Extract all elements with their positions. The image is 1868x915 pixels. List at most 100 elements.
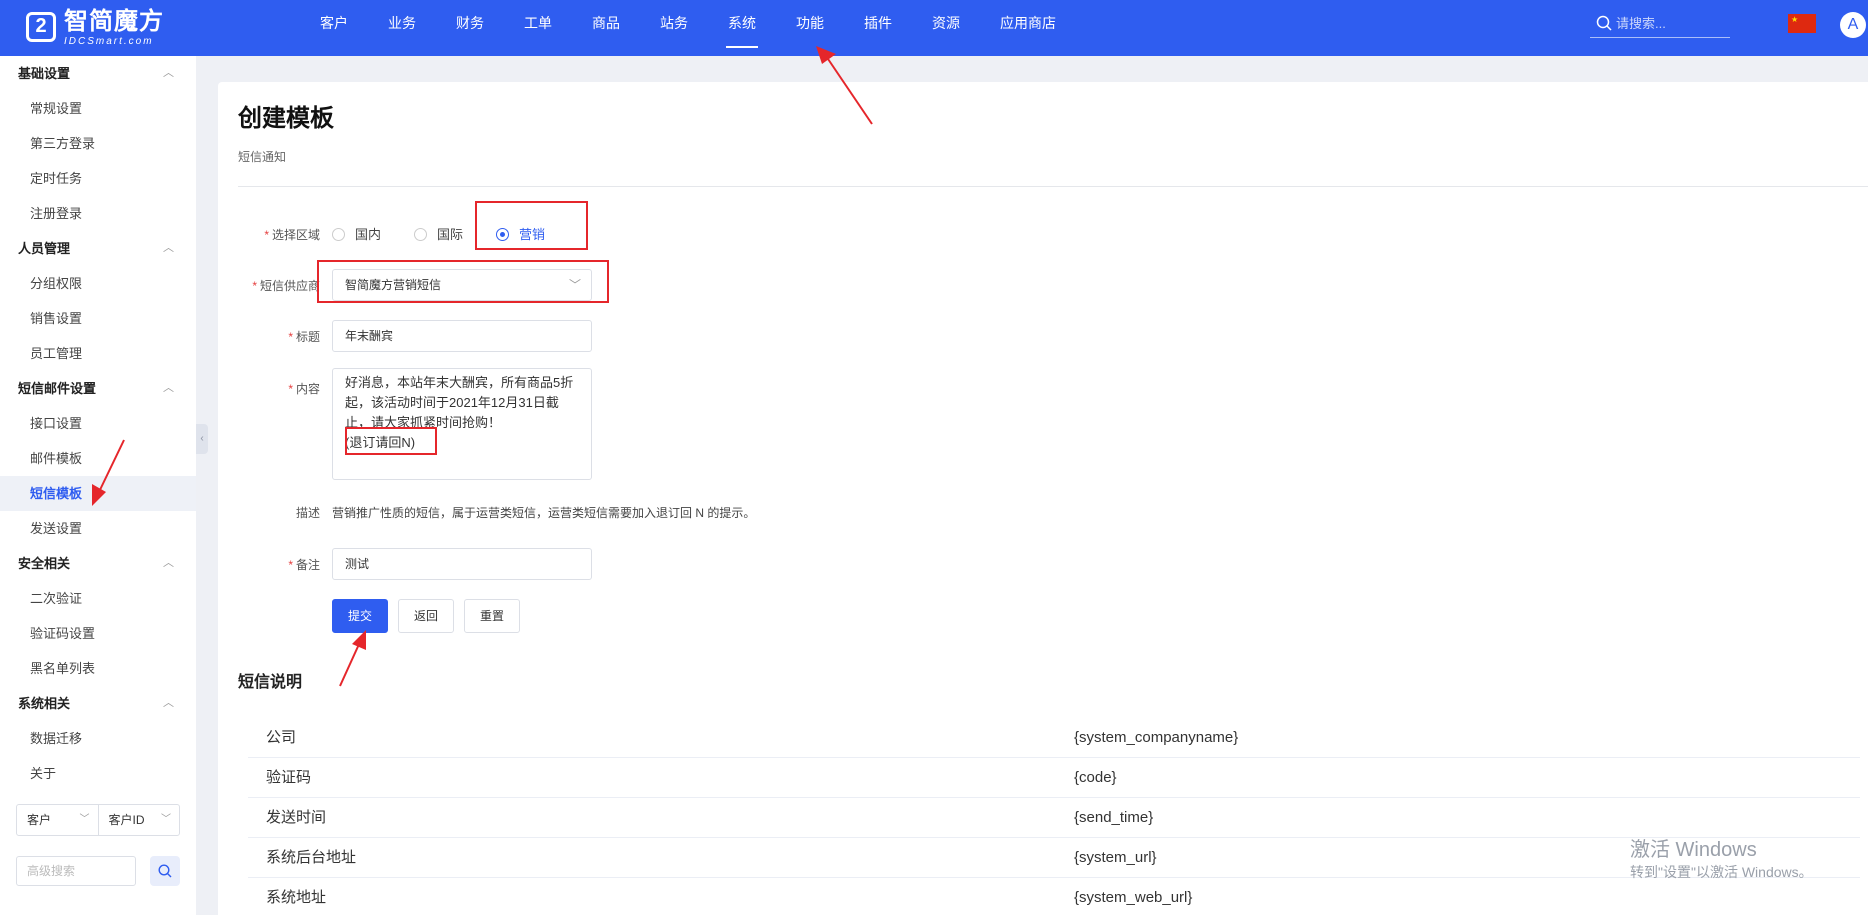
reset-button[interactable]: 重置 bbox=[464, 599, 520, 633]
sms-vars-title: 短信说明 bbox=[238, 674, 303, 691]
top-navigation-bar: 2 智简魔方 IDCSmart.com 客户 业务 财务 工单 商品 站务 系统… bbox=[0, 0, 1868, 56]
sidebar-item-data-migration[interactable]: 数据迁移 bbox=[0, 721, 196, 756]
watermark-line2: 转到"设置"以激活 Windows。 bbox=[1630, 864, 1813, 880]
chevron-up-icon: ︿ bbox=[163, 557, 174, 569]
filter-type-value: 客户 bbox=[27, 813, 52, 827]
required-mark: * bbox=[264, 228, 269, 242]
var-name: 验证码 bbox=[266, 769, 312, 786]
back-button[interactable]: 返回 bbox=[398, 599, 454, 633]
radio-domestic[interactable]: 国内 bbox=[332, 224, 381, 243]
sidebar-collapse-handle[interactable]: ‹ bbox=[196, 424, 208, 454]
filter-select-row: 客户 ﹀ 客户ID ﹀ bbox=[16, 804, 180, 836]
var-name: 公司 bbox=[266, 729, 297, 746]
sidebar-item-blacklist[interactable]: 黑名单列表 bbox=[0, 651, 196, 686]
filter-field-select[interactable]: 客户ID ﹀ bbox=[97, 805, 180, 835]
sidebar-group-sms-email[interactable]: 短信邮件设置 ︿ bbox=[0, 371, 196, 406]
radio-circle-icon bbox=[332, 228, 345, 241]
var-code: {code} bbox=[1074, 769, 1117, 786]
nav-item-system[interactable]: 系统 bbox=[708, 0, 776, 56]
logo[interactable]: 2 智简魔方 IDCSmart.com bbox=[26, 8, 176, 48]
global-search-input[interactable] bbox=[1616, 13, 1726, 33]
filter-field-value: 客户ID bbox=[108, 813, 145, 827]
table-row: 发送时间 {send_time} bbox=[248, 798, 1860, 838]
note-input[interactable]: 测试 bbox=[332, 548, 592, 580]
chevron-up-icon: ︿ bbox=[163, 382, 174, 394]
global-search bbox=[1590, 10, 1730, 38]
nav-item-products[interactable]: 商品 bbox=[572, 0, 640, 56]
sidebar-group-label: 短信邮件设置 bbox=[18, 381, 97, 396]
nav-item-resources[interactable]: 资源 bbox=[912, 0, 980, 56]
var-code: {system_companyname} bbox=[1074, 729, 1239, 746]
title-input[interactable]: 年末酬宾 bbox=[332, 320, 592, 352]
desc-label: 描述 bbox=[295, 506, 320, 520]
table-row: 系统地址 {system_web_url} bbox=[248, 878, 1860, 915]
sidebar-item-cron[interactable]: 定时任务 bbox=[0, 161, 196, 196]
advanced-search-button[interactable] bbox=[150, 856, 180, 886]
nav-item-plugins[interactable]: 插件 bbox=[844, 0, 912, 56]
chevron-up-icon: ︿ bbox=[163, 697, 174, 709]
avatar[interactable]: A bbox=[1840, 12, 1866, 38]
search-icon[interactable] bbox=[1596, 15, 1612, 31]
nav-item-features[interactable]: 功能 bbox=[776, 0, 844, 56]
radio-domestic-label: 国内 bbox=[355, 227, 382, 242]
sidebar-group-security[interactable]: 安全相关 ︿ bbox=[0, 546, 196, 581]
table-row: 验证码 {code} bbox=[248, 758, 1860, 798]
logo-subtext: IDCSmart.com bbox=[64, 36, 154, 47]
sidebar-group-basic[interactable]: 基础设置 ︿ bbox=[0, 56, 196, 91]
sidebar-item-third-party-login[interactable]: 第三方登录 bbox=[0, 126, 196, 161]
china-flag-icon[interactable]: ★ bbox=[1788, 14, 1816, 33]
radio-international[interactable]: 国际 bbox=[414, 224, 463, 243]
sidebar-group-label: 系统相关 bbox=[18, 696, 71, 711]
sidebar-item-email-templates[interactable]: 邮件模板 bbox=[0, 441, 196, 476]
page-subtitle: 短信通知 bbox=[238, 150, 287, 164]
title-label: * 标题 bbox=[218, 328, 320, 345]
sidebar-group-label: 基础设置 bbox=[18, 66, 71, 81]
sidebar-item-sms-templates[interactable]: 短信模板 bbox=[0, 476, 196, 511]
filter-type-select[interactable]: 客户 ﹀ bbox=[17, 805, 98, 835]
sidebar-item-group-permissions[interactable]: 分组权限 bbox=[0, 266, 196, 301]
form-row-content: * 内容 好消息，本站年末大酬宾，所有商品5折起，该活动时间于2021年12月31… bbox=[218, 368, 818, 480]
highlight-box-marketing bbox=[475, 201, 588, 250]
sidebar-item-sales[interactable]: 销售设置 bbox=[0, 301, 196, 336]
sidebar-item-send-settings[interactable]: 发送设置 bbox=[0, 511, 196, 546]
sidebar-item-register-login[interactable]: 注册登录 bbox=[0, 196, 196, 231]
sidebar-item-interface[interactable]: 接口设置 bbox=[0, 406, 196, 441]
sidebar-group-system[interactable]: 系统相关 ︿ bbox=[0, 686, 196, 721]
chevron-down-icon: ﹀ bbox=[79, 814, 90, 825]
sidebar-item-2fa[interactable]: 二次验证 bbox=[0, 581, 196, 616]
sidebar-item-employees[interactable]: 员工管理 bbox=[0, 336, 196, 371]
page-title: 创建模板 bbox=[238, 105, 334, 132]
nav-item-customers[interactable]: 客户 bbox=[300, 0, 368, 56]
title-label-text: 标题 bbox=[295, 330, 320, 344]
nav-item-business[interactable]: 业务 bbox=[368, 0, 436, 56]
sidebar-filters: 客户 ﹀ 客户ID ﹀ bbox=[16, 804, 180, 886]
nav-item-finance[interactable]: 财务 bbox=[436, 0, 504, 56]
sidebar-group-staff[interactable]: 人员管理 ︿ bbox=[0, 231, 196, 266]
chevron-up-icon: ︿ bbox=[163, 67, 174, 79]
form-row-title: * 标题 年末酬宾 bbox=[218, 320, 818, 352]
nav-item-site[interactable]: 站务 bbox=[640, 0, 708, 56]
sidebar-item-about[interactable]: 关于 bbox=[0, 756, 196, 791]
sidebar: 基础设置 ︿ 常规设置 第三方登录 定时任务 注册登录 人员管理 ︿ 分组权限 销售… bbox=[0, 56, 196, 915]
sidebar-item-captcha[interactable]: 验证码设置 bbox=[0, 616, 196, 651]
nav-item-app-store[interactable]: 应用商店 bbox=[980, 0, 1076, 56]
radio-international-label: 国际 bbox=[437, 227, 464, 242]
advanced-search-input[interactable] bbox=[16, 856, 136, 886]
sidebar-group-label: 人员管理 bbox=[18, 241, 71, 256]
required-mark: * bbox=[288, 382, 293, 396]
region-label: * 选择区域 bbox=[218, 226, 320, 243]
submit-button[interactable]: 提交 bbox=[332, 599, 388, 633]
var-name: 系统后台地址 bbox=[266, 849, 357, 866]
sidebar-item-general[interactable]: 常规设置 bbox=[0, 91, 196, 126]
note-label-text: 备注 bbox=[295, 558, 320, 572]
nav-item-tickets[interactable]: 工单 bbox=[504, 0, 572, 56]
chevron-up-icon: ︿ bbox=[163, 242, 174, 254]
content-label: * 内容 bbox=[218, 380, 320, 397]
var-name: 发送时间 bbox=[266, 809, 327, 826]
form-row-note: * 备注 测试 bbox=[218, 548, 818, 580]
required-mark: * bbox=[288, 558, 293, 572]
content-textarea[interactable]: 好消息，本站年末大酬宾，所有商品5折起，该活动时间于2021年12月31日截止，… bbox=[332, 368, 592, 480]
flag-star-icon: ★ bbox=[1791, 15, 1799, 24]
divider bbox=[238, 186, 1868, 187]
search-icon bbox=[158, 864, 172, 878]
